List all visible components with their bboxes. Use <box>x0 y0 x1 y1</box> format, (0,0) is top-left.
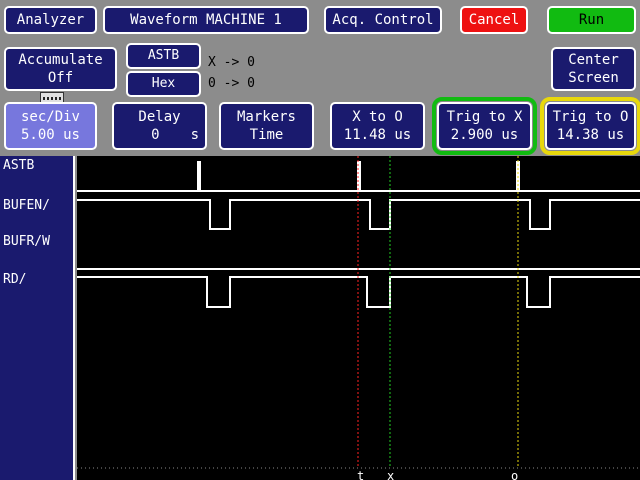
signal-label-panel: ASTB BUFEN/ BUFR/W RD/ <box>0 156 75 480</box>
waveform-machine-label: Waveform MACHINE 1 <box>130 12 282 28</box>
trig-to-x-label: Trig to X <box>446 109 523 125</box>
trigger-marker-label: t <box>357 469 364 480</box>
markers-button[interactable]: Markers Time <box>219 102 314 150</box>
accumulate-button[interactable]: Accumulate Off <box>4 47 117 91</box>
sec-per-div-label: sec/Div <box>20 109 80 125</box>
x-marker-label: x <box>387 469 394 480</box>
signal-label-rd[interactable]: RD/ <box>3 272 26 287</box>
acq-control-button[interactable]: Acq. Control <box>324 6 442 34</box>
analyzer-button[interactable]: Analyzer <box>4 6 97 34</box>
x-to-o-value: 11.48 us <box>343 127 412 143</box>
cancel-button[interactable]: Cancel <box>460 6 528 34</box>
sec-per-div-value: 5.00 us <box>20 127 80 143</box>
cancel-label: Cancel <box>468 12 520 28</box>
run-button[interactable]: Run <box>547 6 636 34</box>
o-pattern-text: 0 -> 0 <box>208 76 255 91</box>
acq-control-label: Acq. Control <box>332 12 434 28</box>
o-marker-label: o <box>511 469 518 480</box>
astb-label: ASTB <box>147 48 180 63</box>
x-to-o-label: X to O <box>352 109 403 125</box>
delay-value: 0 <box>151 127 160 143</box>
trig-to-o-value: 14.38 us <box>556 127 625 143</box>
analyzer-label: Analyzer <box>16 12 85 28</box>
center-label: Center <box>568 52 619 68</box>
signal-label-astb[interactable]: ASTB <box>3 158 34 173</box>
delay-value-row: 0 s <box>114 126 205 144</box>
x-pattern-text: X -> 0 <box>208 55 255 70</box>
delay-label: Delay <box>138 109 181 125</box>
screen-label: Screen <box>568 70 619 86</box>
trig-to-x-button[interactable]: Trig to X 2.900 us <box>432 97 537 155</box>
accumulate-label: Accumulate <box>18 52 103 68</box>
waveform-display[interactable]: t x o <box>77 156 640 480</box>
sec-per-div-button[interactable]: sec/Div 5.00 us <box>4 102 97 150</box>
signal-label-bufrw[interactable]: BUFR/W <box>3 234 50 249</box>
run-label: Run <box>578 12 605 28</box>
markers-value: Time <box>249 127 284 143</box>
markers-label: Markers <box>236 109 296 125</box>
hex-base-button[interactable]: Hex <box>126 71 201 97</box>
trig-to-x-value: 2.900 us <box>450 127 519 143</box>
signal-label-bufen[interactable]: BUFEN/ <box>3 198 50 213</box>
trig-to-o-label: Trig to O <box>552 109 629 125</box>
hex-label: Hex <box>151 76 176 91</box>
x-to-o-button[interactable]: X to O 11.48 us <box>330 102 425 150</box>
astb-label-button[interactable]: ASTB <box>126 43 201 69</box>
trig-to-o-button[interactable]: Trig to O 14.38 us <box>540 97 640 155</box>
waveform-machine-button[interactable]: Waveform MACHINE 1 <box>103 6 309 34</box>
delay-button[interactable]: Delay 0 s <box>112 102 207 150</box>
accumulate-value: Off <box>47 70 74 86</box>
center-screen-button[interactable]: Center Screen <box>551 47 636 91</box>
delay-unit: s <box>190 127 199 143</box>
